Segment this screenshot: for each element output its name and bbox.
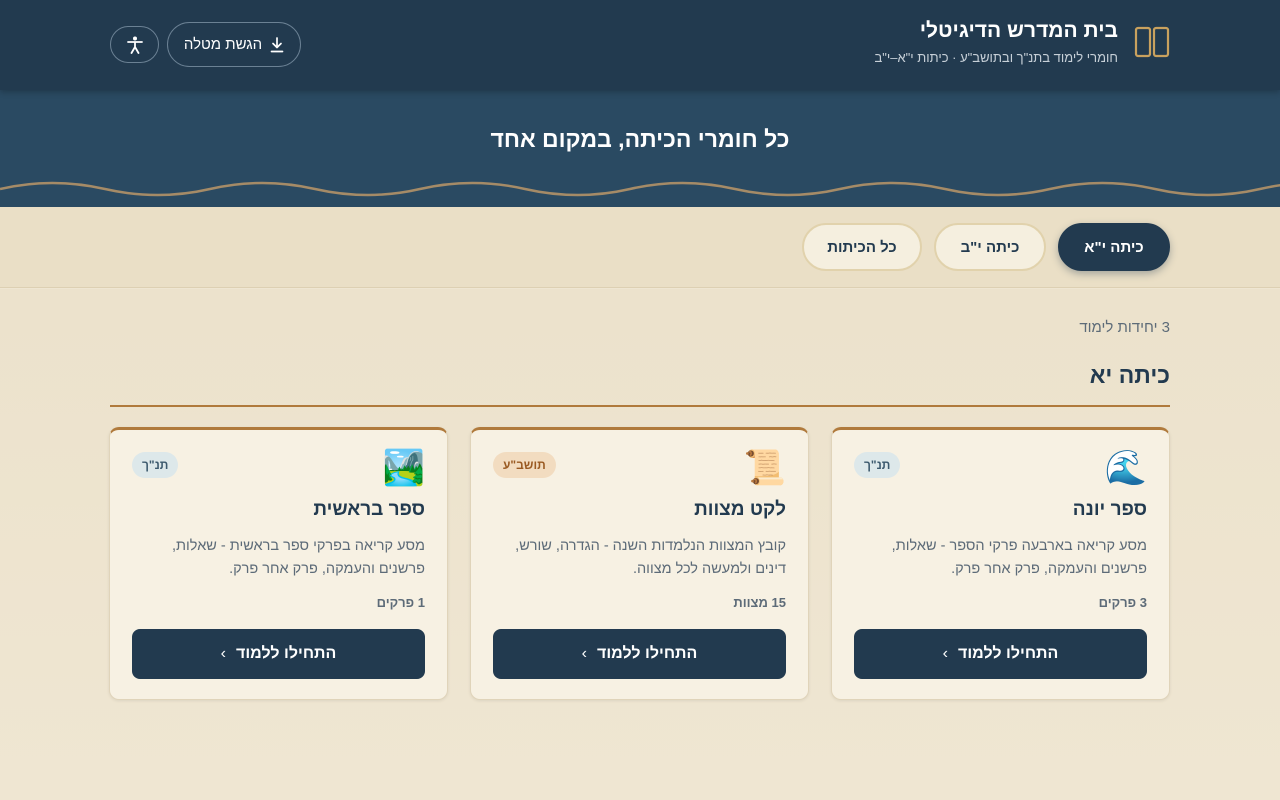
wave-divider (0, 181, 1280, 197)
main-content: 3 יחידות לימוד כיתה יא 🌊 תנ"ך ספר יונה מ… (0, 289, 1280, 800)
book-open-icon (1134, 26, 1170, 58)
card-description: מסע קריאה בפרקי ספר בראשית - שאלות, פרשנ… (171, 538, 425, 577)
brand-text: בית המדרש הדיגיטלי חומרי לימוד בתנ"ך ובת… (875, 18, 1118, 66)
brand[interactable]: בית המדרש הדיגיטלי חומרי לימוד בתנ"ך ובת… (875, 18, 1170, 66)
card-title: ספר בראשית (313, 499, 425, 520)
top-bar: בית המדרש הדיגיטלי חומרי לימוד בתנ"ך ובת… (0, 0, 1280, 90)
submit-assignment-button[interactable]: הגשת מטלה (167, 22, 301, 67)
card-description: מסע קריאה בארבעה פרקי הספר - שאלות, פרשנ… (891, 538, 1147, 577)
start-learning-button[interactable]: התחילו ללמוד › (132, 629, 425, 679)
site-subtitle: חומרי לימוד בתנ"ך ובתושב"ע · כיתות י"א–י… (874, 50, 1118, 65)
hero-title: כל חומרי הכיתה, במקום אחד (490, 126, 790, 152)
landscape-icon: 🏞️ (382, 449, 425, 487)
section-divider (110, 405, 1170, 407)
start-learning-button[interactable]: התחילו ללמוד › (493, 629, 786, 679)
site-title: בית המדרש הדיגיטלי (919, 19, 1118, 42)
section-title: כיתה יא (1089, 362, 1170, 388)
unit-card: 🌊 תנ"ך ספר יונה מסע קריאה בארבעה פרקי הס… (831, 427, 1170, 700)
subject-badge: תנ"ך (132, 452, 179, 478)
card-title: ספר יונה (1072, 499, 1147, 520)
class-tabs: כיתה י"א כיתה י"ב כל הכיתות (802, 223, 1170, 271)
start-learning-button[interactable]: התחילו ללמוד › (854, 629, 1147, 679)
card-description: קובץ המצוות הנלמדות השנה - הגדרה, שורש, … (515, 538, 786, 577)
wave-icon: 🌊 (1104, 449, 1147, 487)
chevron-left-icon: › (220, 645, 226, 662)
card-title: לקט מצוות (694, 499, 786, 520)
tab-grade-12[interactable]: כיתה י"ב (934, 223, 1046, 271)
start-learning-label: התחילו ללמוד (236, 645, 337, 662)
accessibility-button[interactable] (110, 26, 159, 63)
card-meta: 15 מצוות (733, 595, 786, 610)
unit-card: 🏞️ תנ"ך ספר בראשית מסע קריאה בפרקי ספר ב… (109, 427, 448, 700)
tab-all-grades[interactable]: כל הכיתות (802, 223, 922, 271)
tab-grade-11[interactable]: כיתה י"א (1058, 223, 1170, 271)
subject-badge: תושב"ע (493, 452, 556, 478)
accessibility-icon (126, 36, 143, 54)
download-icon (270, 36, 284, 52)
chevron-left-icon: › (942, 645, 948, 662)
scroll-icon: 📜 (743, 449, 786, 487)
unit-card: 📜 תושב"ע לקט מצוות קובץ המצוות הנלמדות ה… (470, 427, 809, 700)
card-meta: 3 פרקים (1098, 595, 1147, 610)
hero-banner: כל חומרי הכיתה, במקום אחד (0, 90, 1280, 207)
cards-grid: 🌊 תנ"ך ספר יונה מסע קריאה בארבעה פרקי הס… (109, 427, 1170, 700)
units-count: 3 יחידות לימוד (1079, 319, 1170, 336)
chevron-left-icon: › (581, 645, 587, 662)
start-learning-label: התחילו ללמוד (958, 645, 1059, 662)
start-learning-label: התחילו ללמוד (597, 645, 698, 662)
header-actions: הגשת מטלה (110, 22, 301, 67)
card-meta: 1 פרקים (376, 595, 425, 610)
class-tabs-bar: כיתה י"א כיתה י"ב כל הכיתות (0, 207, 1280, 288)
submit-assignment-label: הגשת מטלה (183, 36, 263, 53)
subject-badge: תנ"ך (854, 452, 901, 478)
